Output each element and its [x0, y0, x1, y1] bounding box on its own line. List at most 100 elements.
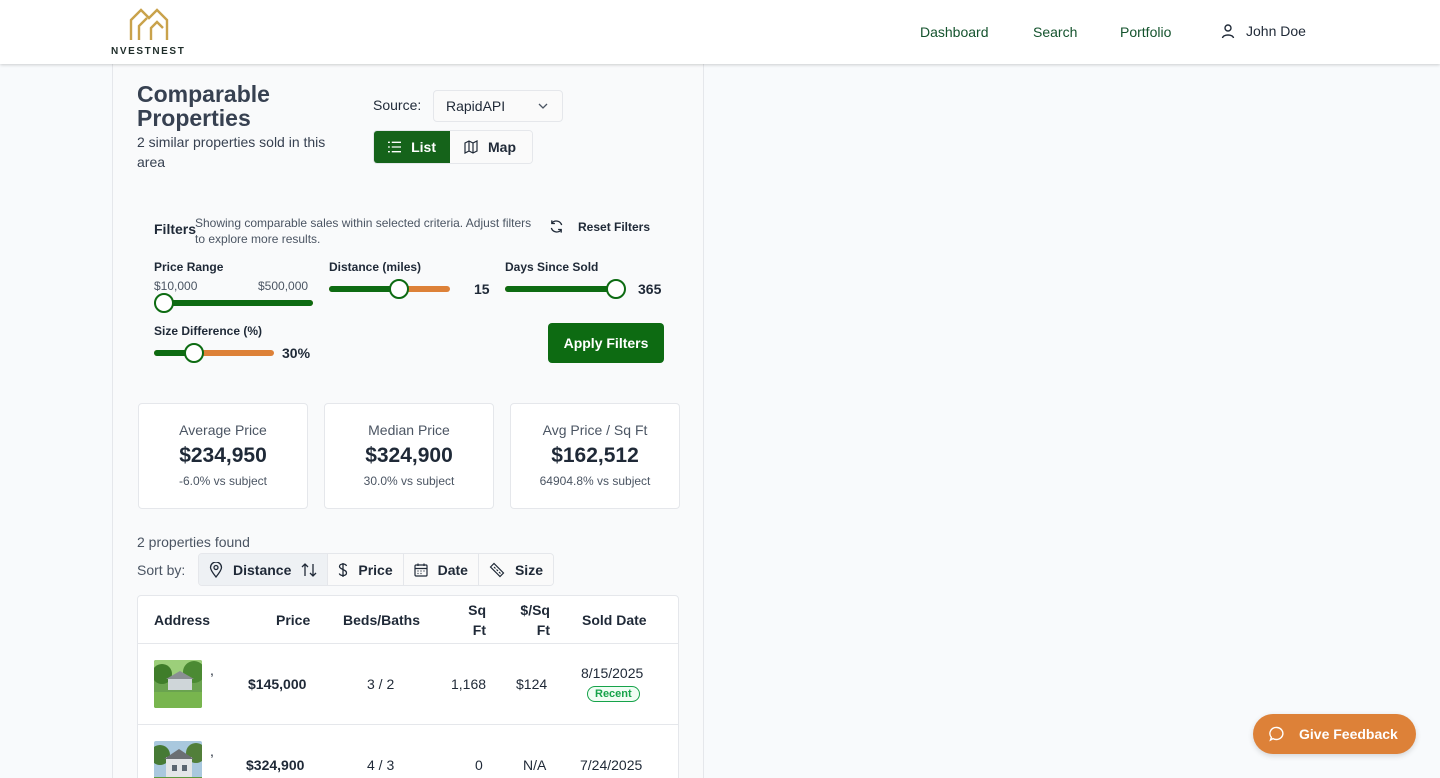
properties-found-count: 2 properties found [137, 534, 250, 550]
view-map-button[interactable]: Map [450, 131, 532, 163]
stat-label: Average Price [179, 422, 267, 438]
stat-value: $162,512 [551, 444, 639, 467]
list-icon [388, 141, 402, 153]
slider-thumb[interactable] [154, 293, 174, 313]
distance-label: Distance (miles) [329, 260, 422, 274]
nav-search[interactable]: Search [1033, 24, 1077, 40]
page-title: Comparable Properties [137, 81, 270, 131]
days-since-sold-slider[interactable] [505, 279, 626, 299]
sort-date-label: Date [437, 561, 468, 578]
stat-note: 64904.8% vs subject [539, 474, 651, 488]
sort-size-label: Size [514, 561, 543, 578]
th-sold-date[interactable]: Sold Date [582, 596, 647, 644]
user-menu[interactable]: John Doe [1220, 23, 1306, 39]
slider-thumb[interactable] [389, 279, 410, 299]
calendar-icon [414, 563, 428, 577]
th-sqft-line2: Ft [472, 622, 486, 638]
price-range-min: $10,000 [154, 279, 198, 293]
slider-thumb[interactable] [606, 279, 626, 299]
sort-date-button[interactable]: Date [403, 554, 479, 585]
comparables-table: Address Price Beds/Baths Sq Ft $/Sq Ft S… [137, 595, 679, 778]
stat-card-median-price: Median Price $324,900 30.0% vs subject [324, 403, 494, 509]
logo[interactable]: NVESTNEST [111, 6, 191, 58]
stat-note: -6.0% vs subject [178, 474, 268, 488]
stat-card-avg-price-sqft: Avg Price / Sq Ft $162,512 64904.8% vs s… [510, 403, 680, 509]
view-map-label: Map [488, 139, 516, 155]
apply-filters-button[interactable]: Apply Filters [548, 323, 664, 363]
slider-fill [154, 300, 313, 306]
view-toggle: List Map [373, 130, 533, 164]
table-row[interactable]: , $324,900 4 / 3 0 N/A 7/24/2025 [138, 724, 678, 778]
filters-section: Filters Showing comparable sales within … [137, 199, 679, 374]
th-address[interactable]: Address [154, 596, 210, 644]
cell-beds-baths: 3 / 2 [367, 676, 395, 692]
th-ppsf-line2: Ft [536, 622, 550, 638]
nav-dashboard[interactable]: Dashboard [920, 24, 989, 40]
price-range-label: Price Range [154, 260, 224, 274]
source-value: RapidAPI [446, 98, 506, 114]
sort-price-label: Price [358, 561, 393, 578]
stat-value: $324,900 [365, 444, 453, 467]
give-feedback-button[interactable]: Give Feedback [1253, 714, 1416, 754]
cell-ppsf: $124 [516, 676, 548, 692]
stat-card-average-price: Average Price $234,950 -6.0% vs subject [138, 403, 308, 509]
chat-bubble-icon [1269, 726, 1284, 742]
cell-price: $324,900 [246, 757, 305, 773]
filters-description: Showing comparable sales within selected… [195, 216, 532, 246]
sort-price-button[interactable]: Price [328, 554, 404, 585]
property-photo [154, 660, 202, 708]
cell-address: , [210, 662, 214, 678]
table-row[interactable]: , $145,000 3 / 2 1,168 $124 8/15/2025 Re… [138, 643, 678, 724]
price-range-max: $500,000 [258, 279, 309, 293]
cell-sqft: 0 [475, 757, 483, 773]
cell-address: , [210, 743, 214, 759]
page-subtitle: 2 similar properties sold in this area [137, 134, 326, 170]
distance-value: 15 [474, 281, 490, 297]
th-sqft[interactable]: Sq Ft [456, 596, 486, 644]
size-difference-slider[interactable] [154, 343, 274, 363]
sort-distance-button[interactable]: Distance [199, 554, 329, 585]
house-logo-icon [129, 8, 169, 40]
sort-size-button[interactable]: Size [478, 554, 553, 585]
days-since-sold-value: 365 [638, 281, 662, 297]
cell-beds-baths: 4 / 3 [367, 757, 395, 773]
nav-portfolio[interactable]: Portfolio [1120, 24, 1171, 40]
slider-thumb[interactable] [183, 343, 204, 363]
th-sqft-line1: Sq [468, 602, 486, 618]
reset-filters-label: Reset Filters [578, 219, 651, 234]
property-photo [154, 741, 202, 778]
source-select[interactable]: RapidAPI [433, 90, 563, 122]
reset-filters-button[interactable]: Reset Filters [549, 219, 650, 234]
user-name: John Doe [1246, 23, 1306, 39]
size-difference-label: Size Difference (%) [154, 324, 263, 338]
slider-fill [505, 286, 616, 292]
logo-text: NVESTNEST [111, 46, 186, 57]
distance-slider[interactable] [329, 279, 450, 299]
ruler-icon [489, 562, 505, 577]
view-list-label: List [411, 139, 436, 155]
sort-arrows-icon [301, 562, 317, 577]
cell-sqft: 1,168 [451, 676, 487, 692]
th-ppsf-line1: $/Sq [520, 602, 550, 618]
sort-distance-label: Distance [233, 561, 292, 578]
chevron-down-icon [538, 103, 548, 109]
give-feedback-label: Give Feedback [1299, 726, 1398, 742]
sort-options: Distance Price Date Size [198, 553, 554, 586]
user-icon [1221, 24, 1235, 39]
recent-badge: Recent [587, 686, 640, 702]
th-beds-baths[interactable]: Beds/Baths [343, 596, 420, 644]
view-list-button[interactable]: List [374, 131, 450, 163]
stat-label: Median Price [368, 422, 450, 438]
map-pin-icon [209, 561, 223, 578]
cell-price: $145,000 [248, 676, 307, 692]
stat-value: $234,950 [179, 444, 267, 467]
stat-label: Avg Price / Sq Ft [542, 422, 648, 438]
top-header: NVESTNEST Dashboard Search Portfolio Joh… [0, 0, 1440, 64]
price-range-slider[interactable] [154, 293, 313, 313]
th-price[interactable]: Price [276, 596, 310, 644]
cell-ppsf: N/A [523, 757, 547, 773]
source-label: Source: [373, 97, 422, 113]
dollar-icon [339, 562, 348, 577]
th-price-per-sqft[interactable]: $/Sq Ft [512, 596, 550, 644]
map-icon [464, 140, 478, 154]
